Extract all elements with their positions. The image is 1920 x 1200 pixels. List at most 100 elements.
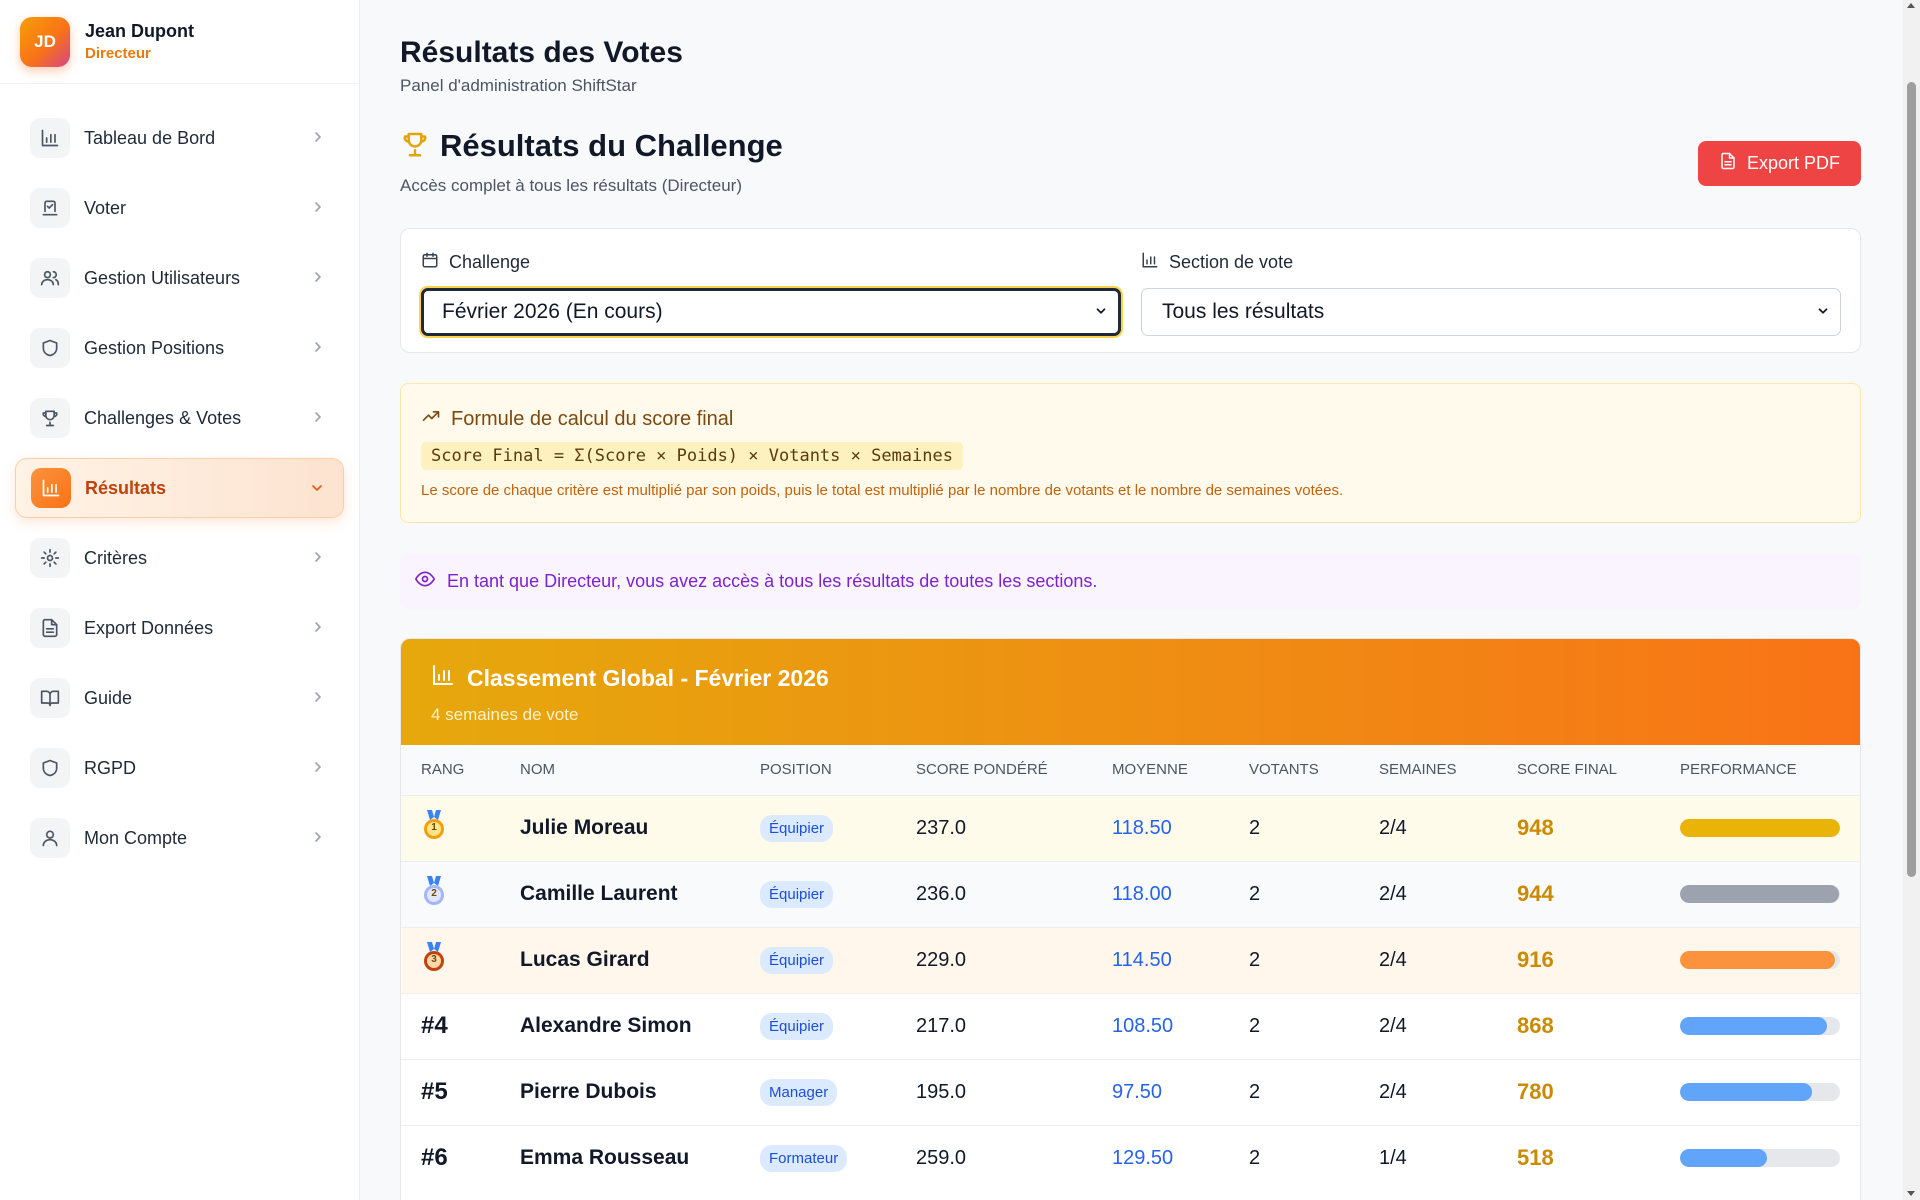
- sidebar-item-mon-compte[interactable]: Mon Compte: [15, 808, 344, 868]
- column-header: Moyenne: [1092, 745, 1229, 795]
- position-badge: Équipier: [760, 1012, 834, 1040]
- chevron-right-icon: [310, 199, 326, 220]
- eye-icon: [415, 569, 435, 594]
- medal-rank-number: 1: [431, 822, 437, 833]
- sidebar-item-export-donnees[interactable]: Export Données: [15, 598, 344, 658]
- column-header: Semaines: [1359, 745, 1497, 795]
- rank-cell: #6: [401, 1124, 500, 1191]
- weighted-score-cell: 236.0: [896, 860, 1092, 927]
- sidebar-item-gestion-utilisateurs[interactable]: Gestion Utilisateurs: [15, 248, 344, 308]
- trophy-icon: [400, 129, 430, 164]
- weighted-score-cell: 229.0: [896, 926, 1092, 993]
- sidebar-item-resultats[interactable]: Résultats: [15, 458, 344, 518]
- gear-icon: [30, 538, 70, 578]
- final-score-cell: 944: [1497, 860, 1660, 927]
- voters-cell: 2: [1229, 1124, 1359, 1191]
- performance-cell: [1660, 1058, 1860, 1125]
- rank-cell: 2: [401, 860, 500, 927]
- sidebar-item-criteres[interactable]: Critères: [15, 528, 344, 588]
- column-header: Rang: [401, 745, 500, 795]
- sidebar-item-challenges-votes[interactable]: Challenges & Votes: [15, 388, 344, 448]
- user-profile[interactable]: JD Jean Dupont Directeur: [0, 0, 359, 84]
- table-row[interactable]: #5 Pierre Dubois Manager 195.0 97.50 2 2/4 780: [401, 1058, 1860, 1125]
- column-header: Score final: [1497, 745, 1660, 795]
- rank-cell: 3: [401, 926, 500, 993]
- performance-bar-fill: [1680, 1149, 1768, 1168]
- name-cell: Camille Laurent: [500, 860, 740, 927]
- position-cell: Manager: [740, 1058, 896, 1125]
- weeks-cell: 2/4: [1359, 926, 1497, 993]
- scroll-down-arrow[interactable]: [1907, 1191, 1915, 1196]
- bar-chart-icon: [31, 468, 71, 508]
- voters-cell: 2: [1229, 926, 1359, 993]
- sidebar-item-label: Tableau de Bord: [84, 127, 216, 148]
- sidebar-item-guide[interactable]: Guide: [15, 668, 344, 728]
- section-select[interactable]: Tous les résultats: [1141, 288, 1841, 336]
- weighted-score-cell: 259.0: [896, 1124, 1092, 1191]
- weighted-score-cell: 217.0: [896, 992, 1092, 1059]
- sidebar-item-label: Mon Compte: [84, 827, 188, 848]
- sidebar-item-tableau-de-bord[interactable]: Tableau de Bord: [15, 108, 344, 168]
- trophy-icon: [30, 398, 70, 438]
- scroll-up-arrow[interactable]: [1907, 3, 1915, 8]
- chevron-down-icon: [309, 480, 325, 501]
- challenge-label: Challenge: [449, 252, 531, 272]
- chevron-right-icon: [310, 689, 326, 710]
- sidebar: JD Jean Dupont Directeur Tableau de Bord…: [0, 0, 360, 1200]
- silver-medal-icon: 2: [421, 876, 447, 906]
- sidebar-item-voter[interactable]: Voter: [15, 178, 344, 238]
- chevron-down-icon: [1094, 300, 1108, 324]
- final-score-cell: 868: [1497, 992, 1660, 1059]
- gold-medal-icon: 1: [421, 810, 447, 840]
- vote-icon: [30, 188, 70, 228]
- sidebar-item-gestion-positions[interactable]: Gestion Positions: [15, 318, 344, 378]
- average-cell: 118.00: [1092, 860, 1229, 927]
- challenge-select-value: Février 2026 (En cours): [442, 300, 663, 323]
- final-score-cell: 518: [1497, 1124, 1660, 1191]
- filters-panel: Challenge Février 2026 (En cours) Sectio…: [400, 228, 1861, 353]
- sidebar-item-label: Voter: [84, 197, 127, 218]
- bar-chart-icon: [30, 118, 70, 158]
- performance-cell: [1660, 794, 1860, 861]
- sidebar-item-label: Résultats: [85, 477, 167, 498]
- table-row[interactable]: 2 Camille Laurent Équipier 236.0 118.00 2 2/4 9…: [401, 860, 1860, 927]
- position-cell: Équipier: [740, 992, 896, 1059]
- table-row[interactable]: 3 Lucas Girard Équipier 229.0 114.50 2 2/4 916: [401, 926, 1860, 993]
- average-cell: 108.50: [1092, 992, 1229, 1059]
- shield-icon: [30, 328, 70, 368]
- access-info-text: En tant que Directeur, vous avez accès à…: [447, 570, 1098, 591]
- average-cell: 118.50: [1092, 794, 1229, 861]
- rank-number: #6: [421, 1144, 448, 1172]
- bar-chart-icon: [431, 663, 455, 693]
- chevron-down-icon: [1816, 300, 1830, 324]
- formula-note: Le score de chaque critère est multiplié…: [421, 482, 1344, 499]
- performance-cell: [1660, 926, 1860, 993]
- performance-bar: [1680, 1017, 1840, 1035]
- trending-up-icon: [421, 406, 441, 432]
- table-row[interactable]: 1 Julie Moreau Équipier 237.0 118.50 2 2/4 948: [401, 794, 1860, 861]
- page-scrollbar[interactable]: [1903, 0, 1920, 1200]
- ranking-title: Classement Global - Février 2026: [467, 664, 829, 691]
- column-header: Performance: [1660, 745, 1860, 795]
- table-row[interactable]: #6 Emma Rousseau Formateur 259.0 129.50 2 1/4 5…: [401, 1124, 1860, 1191]
- table-row[interactable]: #4 Alexandre Simon Équipier 217.0 108.50 2 2/4…: [401, 992, 1860, 1059]
- performance-bar: [1680, 819, 1840, 837]
- performance-bar: [1680, 1149, 1840, 1168]
- sidebar-item-label: Critères: [84, 547, 148, 568]
- ranking-table: Rang Nom Position Score pondéré Moyenne …: [401, 745, 1860, 1191]
- final-score-cell: 948: [1497, 794, 1660, 861]
- file-icon: [30, 608, 70, 648]
- calendar-icon: [421, 251, 439, 274]
- export-pdf-button[interactable]: Export PDF: [1698, 141, 1861, 186]
- section-filter: Section de vote Tous les résultats: [1141, 251, 1841, 336]
- formula-title: Formule de calcul du score final: [451, 407, 734, 430]
- position-badge: Équipier: [760, 814, 834, 842]
- position-cell: Formateur: [740, 1124, 896, 1191]
- formula-code: Score Final = Σ(Score × Poids) × Votants…: [421, 442, 963, 470]
- challenge-select[interactable]: Février 2026 (En cours): [421, 288, 1121, 336]
- avatar: JD: [20, 16, 70, 67]
- weeks-cell: 2/4: [1359, 992, 1497, 1059]
- weighted-score-cell: 237.0: [896, 794, 1092, 861]
- scroll-thumb[interactable]: [1907, 82, 1916, 877]
- sidebar-item-rgpd[interactable]: RGPD: [15, 738, 344, 798]
